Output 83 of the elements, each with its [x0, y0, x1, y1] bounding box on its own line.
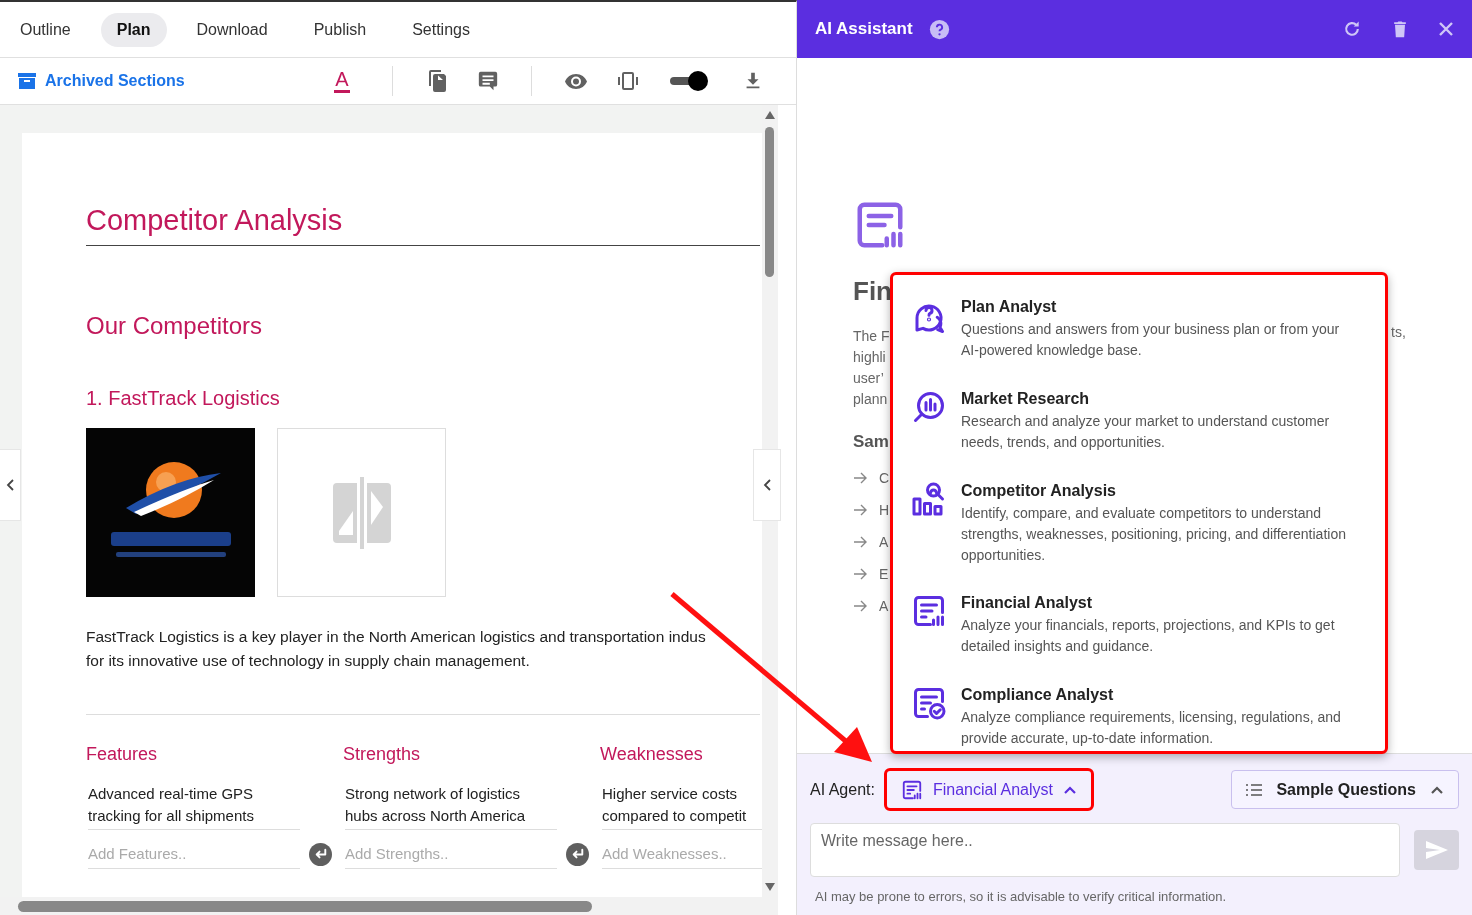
scroll-down-icon[interactable] [764, 883, 775, 891]
competitor-heading: 1. FastTrack Logistics [86, 386, 281, 411]
competitor-description: FastTrack Logistics is a key player in the North American logistics and transportation indus for its innovative use of technology in supply chain management. [86, 627, 707, 671]
option-description: Questions and answers from your business plan or from your AI-powered knowledge base. [961, 320, 1341, 360]
column-heading: Strengths [343, 743, 422, 766]
disclaimer-text: AI may be prone to errors, so it is advisable to verify critical information. [815, 889, 1228, 904]
scrollbar-thumb[interactable] [765, 127, 775, 277]
refresh-icon[interactable] [1342, 19, 1362, 39]
option-title: Financial Analyst [961, 593, 1093, 613]
sample-question[interactable]: A [879, 598, 889, 614]
device-frame-icon[interactable] [616, 69, 640, 93]
panel-title: AI Assistant [815, 19, 913, 39]
sample-question[interactable]: E [879, 566, 889, 582]
agent-option[interactable]: Market Research Research and analyze your market to understand customer needs, trends, and opportunities. [911, 385, 1365, 477]
agent-label: AI Agent: [810, 780, 875, 799]
description-text: user’ [853, 369, 884, 388]
arrow-right-icon [853, 504, 867, 516]
sample-questions-button[interactable]: Sample Questions [1231, 770, 1459, 809]
add-entry-field[interactable]: Add Strengths.. [345, 839, 557, 869]
option-description: Research and analyze your market to understand customer needs, trends, and opportunities. [961, 412, 1331, 452]
close-icon[interactable] [1438, 21, 1454, 37]
image-placeholder-icon [330, 476, 393, 549]
samples-heading: Sam [853, 431, 889, 453]
agent-heading: Fin [853, 275, 892, 307]
option-title: Competitor Analysis [961, 481, 1117, 501]
send-icon [1425, 841, 1448, 859]
enter-icon[interactable] [309, 842, 332, 866]
vertical-scrollbar[interactable] [762, 105, 778, 915]
archived-sections-link[interactable]: Archived Sections [18, 72, 185, 90]
comment-icon[interactable] [477, 70, 499, 92]
document-title: Competitor Analysis [86, 202, 760, 246]
description-text: The F [853, 327, 890, 346]
scroll-up-icon[interactable] [764, 111, 775, 119]
tab[interactable]: Settings [396, 12, 486, 47]
arrow-right-icon [853, 472, 867, 484]
list-icon [1246, 782, 1263, 797]
chart-magnifier-icon [911, 389, 947, 425]
add-entry-field[interactable]: Add Weaknesses.. [602, 839, 762, 869]
arrow-right-icon [853, 600, 867, 612]
report-chart-icon [911, 593, 947, 629]
report-chart-icon [900, 778, 923, 801]
list-entry: Strong network of logistics hubs across North America [345, 783, 557, 830]
option-description: Analyze compliance requirements, licensing, regulations, and provide accurate, up-to-date information. [961, 708, 1342, 748]
agent-option[interactable]: Financial Analyst Analyze your financials, reports, projections, and KPIs to get detailed insights and guidance. [911, 589, 1365, 681]
enter-icon[interactable] [566, 842, 589, 866]
help-icon[interactable] [928, 18, 950, 40]
description-text: plann [853, 390, 888, 409]
chevron-left-icon [763, 479, 771, 491]
add-entry-field[interactable]: Add Features.. [88, 839, 300, 869]
chevron-left-icon [6, 479, 14, 491]
sample-question[interactable]: A [879, 534, 889, 550]
arrow-right-icon [853, 568, 867, 580]
section-heading: Our Competitors [86, 311, 264, 341]
option-title: Compliance Analyst [961, 685, 1115, 705]
option-description: Identify, compare, and evaluate competitors to understand strengths, weaknesses, positioning, pricing, and differentiation opportunities. [961, 504, 1347, 565]
tab[interactable]: Download [180, 12, 284, 47]
option-description: Analyze your financials, reports, projections, and KPIs to get detailed insights and guidance. [961, 616, 1336, 656]
horizontal-scrollbar[interactable] [0, 897, 762, 915]
agent-dropdown[interactable]: Financial Analyst [883, 768, 1094, 811]
archive-icon [18, 72, 36, 90]
document-check-icon [911, 685, 947, 721]
agent-option[interactable]: Competitor Analysis Identify, compare, and evaluate competitors to understand strengths, weaknesses, positioning, pricing, and differentiation opportunities. [911, 477, 1365, 589]
message-field[interactable]: Write message here.. [810, 823, 1400, 877]
sample-question[interactable]: H [879, 502, 890, 518]
chevron-icon [1063, 784, 1077, 795]
option-title: Market Research [961, 389, 1091, 409]
bar-chart-search-icon [911, 481, 947, 517]
tab[interactable]: Publish [297, 12, 383, 47]
scrollbar-thumb[interactable] [18, 900, 592, 912]
description-text: highli [853, 348, 886, 367]
option-title: Plan Analyst [961, 297, 1058, 317]
sample-question[interactable]: C [879, 470, 890, 486]
list-entry: Advanced real-time GPS tracking for all shipments [88, 783, 300, 830]
agent-option[interactable]: Plan Analyst Questions and answers from your business plan or from your AI-powered knowledge base. [911, 293, 1365, 385]
font-color-button[interactable]: A [334, 69, 350, 93]
column-heading: Weaknesses [600, 743, 704, 766]
tab[interactable]: Outline [4, 12, 87, 47]
chevron-icon [1430, 784, 1444, 795]
arrow-right-icon [853, 536, 867, 548]
tab[interactable]: Plan [100, 12, 167, 47]
description-text: ts, [1391, 323, 1406, 342]
column-heading: Features [86, 743, 159, 766]
toggle-switch[interactable] [668, 71, 708, 91]
